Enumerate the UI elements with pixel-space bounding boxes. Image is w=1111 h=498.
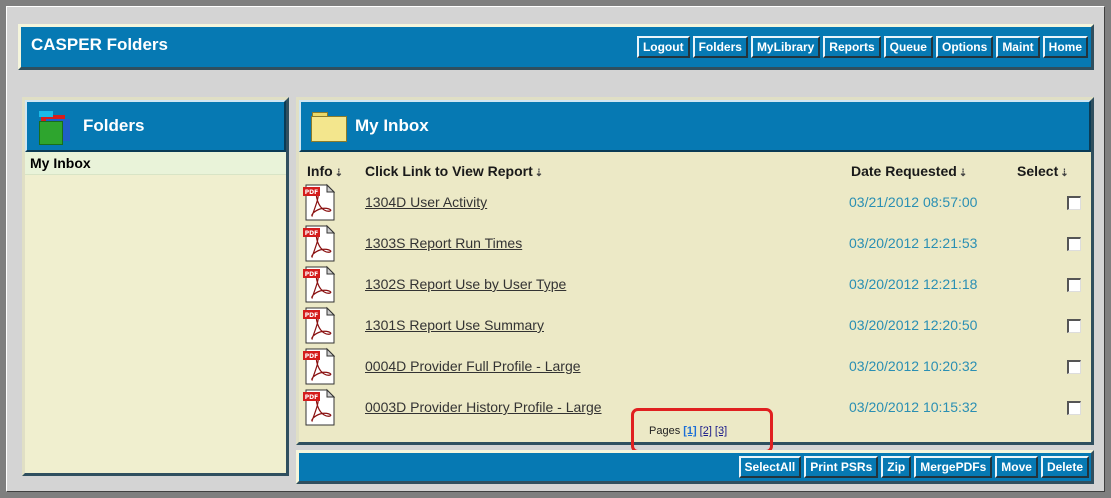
sort-icon: ⇣: [534, 168, 544, 179]
queue-button[interactable]: Queue: [883, 36, 933, 58]
table-row: PDF 1302S Report Use by User Type 03/20/2…: [299, 265, 1091, 306]
inbox-panel: My Inbox Info ⇣ Click Link to View Report…: [296, 97, 1094, 445]
report-link[interactable]: 0004D Provider Full Profile - Large: [365, 358, 581, 374]
svg-text:PDF: PDF: [305, 312, 318, 319]
select-checkbox[interactable]: [1067, 278, 1081, 292]
inbox-panel-header: My Inbox: [299, 100, 1091, 152]
app-title: CASPER Folders: [31, 35, 168, 54]
home-button[interactable]: Home: [1042, 36, 1088, 58]
mylibrary-button[interactable]: MyLibrary: [750, 36, 821, 58]
column-header-select[interactable]: Select ⇣: [1017, 163, 1069, 179]
delete-button[interactable]: Delete: [1040, 456, 1089, 478]
svg-text:PDF: PDF: [305, 230, 318, 237]
svg-text:PDF: PDF: [305, 189, 318, 196]
date-requested: 03/21/2012 08:57:00: [849, 194, 978, 210]
top-nav: Logout Folders MyLibrary Reports Queue Option…: [636, 36, 1088, 58]
maint-button[interactable]: Maint: [996, 36, 1040, 58]
select-checkbox[interactable]: [1067, 196, 1081, 210]
pdf-icon[interactable]: PDF: [303, 347, 336, 385]
column-header-date[interactable]: Date Requested ⇣: [851, 163, 967, 179]
print-psrs-button[interactable]: Print PSRs: [804, 456, 879, 478]
report-link[interactable]: 1302S Report Use by User Type: [365, 276, 566, 292]
date-requested: 03/20/2012 12:21:53: [849, 235, 978, 251]
table-row: PDF 0004D Provider Full Profile - Large 0…: [299, 347, 1091, 388]
folder-item-label: My Inbox: [30, 155, 91, 171]
column-header-info[interactable]: Info ⇣: [307, 163, 343, 179]
column-header-report[interactable]: Click Link to View Report ⇣: [365, 163, 543, 179]
pdf-icon[interactable]: PDF: [303, 265, 336, 303]
move-button[interactable]: Move: [995, 456, 1038, 478]
folder-item-my-inbox[interactable]: My Inbox: [25, 152, 286, 175]
reports-button[interactable]: Reports: [823, 36, 881, 58]
options-button[interactable]: Options: [935, 36, 994, 58]
header-bar: CASPER Folders Logout Folders MyLibrary Rep…: [18, 24, 1094, 70]
folders-button[interactable]: Folders: [692, 36, 748, 58]
inbox-panel-title: My Inbox: [355, 116, 429, 135]
sort-icon: ⇣: [1060, 168, 1069, 179]
pagination-highlight-annotation: [631, 408, 773, 453]
action-bar: SelectAll Print PSRs Zip MergePDFs Move Delet…: [296, 450, 1094, 484]
bottom-nav: SelectAll Print PSRs Zip MergePDFs Move Delet…: [738, 456, 1089, 478]
folders-panel-header: Folders: [25, 100, 286, 152]
select-checkbox[interactable]: [1067, 401, 1081, 415]
sort-icon: ⇣: [958, 168, 968, 179]
folders-panel-title: Folders: [83, 116, 145, 135]
svg-text:PDF: PDF: [305, 394, 318, 401]
date-requested: 03/20/2012 12:21:18: [849, 276, 978, 292]
report-link[interactable]: 1303S Report Run Times: [365, 235, 522, 251]
date-requested: 03/20/2012 10:20:32: [849, 358, 978, 374]
table-row: PDF 1304D User Activity 03/21/2012 08:57:…: [299, 183, 1091, 224]
report-link[interactable]: 0003D Provider History Profile - Large: [365, 399, 602, 415]
zip-button[interactable]: Zip: [881, 456, 912, 478]
pdf-icon[interactable]: PDF: [303, 306, 336, 344]
folders-icon: [39, 109, 73, 145]
folders-panel: Folders My Inbox: [22, 97, 289, 476]
svg-text:PDF: PDF: [305, 271, 318, 278]
pdf-icon[interactable]: PDF: [303, 224, 336, 262]
folder-icon: [311, 111, 347, 142]
mergepdfs-button[interactable]: MergePDFs: [914, 456, 993, 478]
selectall-button[interactable]: SelectAll: [738, 456, 802, 478]
table-header: Info ⇣ Click Link to View Report ⇣ Date Re…: [299, 160, 1091, 182]
logout-button[interactable]: Logout: [636, 36, 690, 58]
report-link[interactable]: 1304D User Activity: [365, 194, 487, 210]
svg-text:PDF: PDF: [305, 353, 318, 360]
pdf-icon[interactable]: PDF: [303, 388, 336, 426]
date-requested: 03/20/2012 12:20:50: [849, 317, 978, 333]
table-row: PDF 1301S Report Use Summary 03/20/2012 1…: [299, 306, 1091, 347]
sort-icon: ⇣: [334, 168, 344, 179]
table-row: PDF 1303S Report Run Times 03/20/2012 12:…: [299, 224, 1091, 265]
select-checkbox[interactable]: [1067, 360, 1081, 374]
pdf-icon[interactable]: PDF: [303, 183, 336, 221]
date-requested: 03/20/2012 10:15:32: [849, 399, 978, 415]
report-link[interactable]: 1301S Report Use Summary: [365, 317, 544, 333]
select-checkbox[interactable]: [1067, 319, 1081, 333]
select-checkbox[interactable]: [1067, 237, 1081, 251]
